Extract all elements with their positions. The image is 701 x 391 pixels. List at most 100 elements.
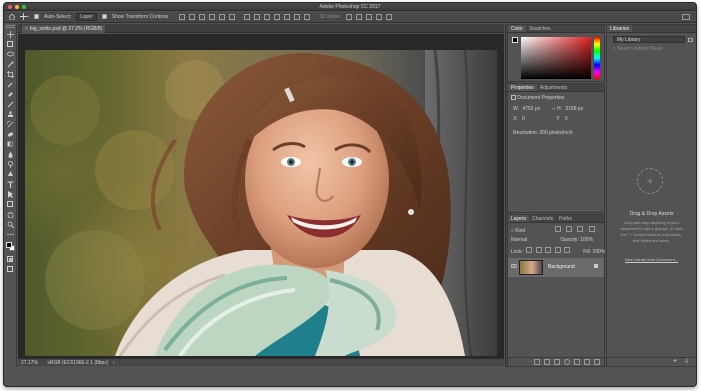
roll-3d-icon[interactable] bbox=[355, 14, 362, 20]
new-group-folder-icon[interactable] bbox=[574, 359, 580, 365]
marquee-tool-icon[interactable] bbox=[7, 41, 13, 47]
filter-adjustment-icon[interactable] bbox=[565, 226, 572, 232]
orbit-3d-icon[interactable] bbox=[345, 14, 352, 20]
brush-tool-icon[interactable] bbox=[7, 101, 14, 108]
eraser-tool-icon[interactable] bbox=[7, 131, 14, 138]
distribute-left-icon[interactable] bbox=[274, 14, 281, 20]
hue-slider[interactable] bbox=[594, 37, 600, 79]
fill-value[interactable]: 100% bbox=[592, 249, 605, 255]
tab-layers[interactable]: Layers bbox=[508, 215, 530, 222]
drag-3d-icon[interactable] bbox=[365, 14, 372, 20]
eyedropper-tool-icon[interactable] bbox=[7, 81, 13, 88]
rectangle-tool-icon[interactable] bbox=[7, 201, 13, 207]
document-image[interactable] bbox=[25, 50, 497, 356]
y-value[interactable]: 0 bbox=[565, 116, 568, 122]
foreground-color-swatch[interactable] bbox=[6, 242, 12, 248]
quick-selection-tool-icon[interactable] bbox=[7, 61, 14, 68]
path-selection-tool-icon[interactable] bbox=[7, 191, 13, 198]
type-tool-icon[interactable] bbox=[7, 181, 14, 188]
delete-layer-trash-icon[interactable] bbox=[594, 359, 600, 365]
fx-icon[interactable] bbox=[544, 359, 550, 365]
toolbar-collapse-icon[interactable] bbox=[6, 25, 15, 28]
screen-mode-icon[interactable] bbox=[7, 266, 13, 272]
scale-3d-icon[interactable] bbox=[385, 14, 392, 20]
filter-pixel-icon[interactable] bbox=[554, 226, 561, 232]
filter-type-icon[interactable] bbox=[577, 226, 584, 232]
align-buttons[interactable] bbox=[179, 14, 236, 20]
slide-3d-icon[interactable] bbox=[375, 14, 382, 20]
status-menu-chevron-icon[interactable]: › bbox=[113, 360, 115, 366]
distribute-center-icon[interactable] bbox=[284, 14, 291, 20]
healing-brush-tool-icon[interactable] bbox=[7, 91, 13, 97]
auto-select-dropdown[interactable]: Layer bbox=[76, 13, 97, 21]
tab-adjustments[interactable]: Adjustments bbox=[537, 84, 571, 91]
tab-swatches[interactable]: Swatches bbox=[526, 25, 554, 32]
link-layers-icon[interactable] bbox=[534, 359, 540, 365]
library-dropdown[interactable]: My Library bbox=[613, 36, 685, 43]
distribute-top-icon[interactable] bbox=[244, 14, 251, 20]
zoom-level[interactable]: 27.17% bbox=[21, 360, 38, 366]
align-right-icon[interactable] bbox=[229, 14, 236, 20]
lock-all-icon[interactable] bbox=[563, 247, 570, 253]
tab-libraries[interactable]: Libraries bbox=[607, 25, 633, 32]
gradient-tool-icon[interactable] bbox=[7, 141, 13, 147]
align-bottom-icon[interactable] bbox=[199, 14, 206, 20]
mode-3d-icons[interactable] bbox=[345, 14, 392, 20]
hand-tool-icon[interactable] bbox=[7, 211, 14, 219]
align-center-icon[interactable] bbox=[219, 14, 226, 20]
transform-controls-checkbox[interactable] bbox=[101, 14, 107, 20]
layer-filter-kind[interactable]: Kind bbox=[515, 228, 539, 234]
zoom-tool-icon[interactable] bbox=[7, 221, 15, 229]
new-library-from-document-link[interactable]: New Library from Document... bbox=[607, 257, 696, 262]
tab-color[interactable]: Color bbox=[508, 25, 526, 32]
new-adjustment-icon[interactable] bbox=[564, 359, 570, 365]
layer-visibility-eye-icon[interactable] bbox=[510, 263, 518, 270]
close-tab-icon[interactable]: × bbox=[25, 26, 28, 32]
lock-artboard-icon[interactable] bbox=[554, 247, 561, 253]
blur-tool-icon[interactable] bbox=[7, 151, 13, 158]
move-tool-preset-icon[interactable] bbox=[20, 12, 30, 22]
clone-stamp-tool-icon[interactable] bbox=[7, 111, 13, 117]
quick-mask-icon[interactable] bbox=[7, 256, 13, 262]
filter-shape-icon[interactable] bbox=[588, 226, 595, 232]
lock-transparency-icon[interactable] bbox=[526, 247, 533, 253]
dodge-tool-icon[interactable] bbox=[7, 161, 13, 168]
align-middle-icon[interactable] bbox=[189, 14, 196, 20]
fg-bg-mini-swatch[interactable] bbox=[512, 37, 518, 43]
width-value[interactable]: 4752 px bbox=[522, 106, 540, 112]
add-content-plus-icon[interactable]: + bbox=[673, 358, 677, 365]
distribute-bottom-icon[interactable] bbox=[264, 14, 271, 20]
library-search-field[interactable]: ⌕ Search Adobe Stock bbox=[613, 46, 691, 53]
lock-image-icon[interactable] bbox=[535, 247, 542, 253]
distribute-buttons[interactable] bbox=[244, 14, 311, 20]
layer-name[interactable]: Background bbox=[548, 264, 575, 270]
library-download-icon[interactable]: ⇩ bbox=[684, 358, 689, 365]
move-tool-icon[interactable] bbox=[7, 31, 14, 38]
add-mask-icon[interactable] bbox=[554, 359, 560, 365]
history-brush-tool-icon[interactable] bbox=[7, 120, 14, 128]
pen-tool-icon[interactable] bbox=[7, 171, 13, 177]
document-tab[interactable]: × big_smile.psd @ 27.2% (RGB/8) bbox=[22, 25, 106, 33]
tab-paths[interactable]: Paths bbox=[556, 215, 575, 222]
new-layer-icon[interactable] bbox=[584, 359, 590, 365]
library-view-icon[interactable] bbox=[688, 38, 693, 42]
canvas-area[interactable] bbox=[18, 34, 504, 358]
crop-tool-icon[interactable] bbox=[7, 71, 14, 78]
align-top-icon[interactable] bbox=[179, 14, 186, 20]
x-value[interactable]: 0 bbox=[522, 116, 525, 122]
align-left-icon[interactable] bbox=[209, 14, 216, 20]
edit-toolbar-icon[interactable] bbox=[7, 231, 14, 237]
distribute-right-icon[interactable] bbox=[294, 14, 301, 20]
tab-properties[interactable]: Properties bbox=[508, 84, 537, 91]
distribute-middle-icon[interactable] bbox=[254, 14, 261, 20]
height-value[interactable]: 3168 px bbox=[565, 106, 583, 112]
auto-select-checkbox[interactable] bbox=[34, 14, 39, 20]
color-profile[interactable]: sRGB IEC61966-2.1 (8bpc) bbox=[47, 360, 108, 366]
color-field[interactable] bbox=[521, 37, 591, 79]
link-dimensions-icon[interactable]: ∞ bbox=[552, 106, 556, 112]
workspace-switcher-icon[interactable] bbox=[682, 14, 690, 20]
blend-mode-dropdown[interactable]: Normal bbox=[511, 237, 543, 243]
opacity-value[interactable]: 100% bbox=[580, 237, 593, 243]
layer-row[interactable]: Background bbox=[508, 258, 604, 277]
tab-channels[interactable]: Channels bbox=[529, 215, 556, 222]
